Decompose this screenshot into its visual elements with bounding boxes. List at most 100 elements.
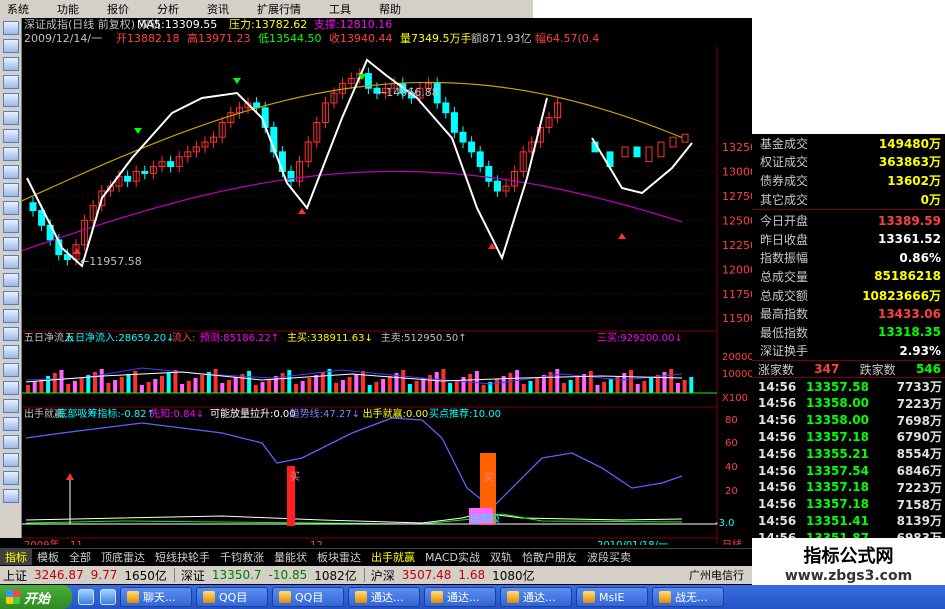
index-stat-label: 总成交额: [760, 288, 809, 303]
tick-row: 14:56 13357.54 6846万: [752, 462, 945, 479]
indicator-tab-10[interactable]: 双轨: [485, 549, 517, 565]
flow-bar: [669, 369, 674, 393]
ohlc-item-0: 2009/12/14/一: [24, 32, 102, 45]
ohlc-item-1: 开13882.18: [116, 32, 180, 45]
flow-bar: [555, 369, 560, 393]
price-axis-label: 11500: [722, 312, 752, 325]
indicator-tab-0[interactable]: 指标: [0, 549, 32, 565]
tick-time: 14:56: [758, 429, 797, 444]
taskbar-buttons: 聊天... QQ目 QQ目 通达... 通达... 通达... MsIE 战无...: [116, 587, 724, 607]
taskbar-button-2[interactable]: QQ目: [272, 587, 344, 607]
taskbar-button-5[interactable]: 通达...: [500, 587, 572, 607]
menu-item-2[interactable]: 报价: [100, 1, 136, 17]
quick-launch-icon[interactable]: [78, 589, 94, 605]
indicator-tab-4[interactable]: 短线抉轮手: [150, 549, 215, 565]
indicator-tab-11[interactable]: 恰散户朋友: [517, 549, 582, 565]
menu-item-5[interactable]: 扩展行情: [250, 1, 308, 17]
menu-item-3[interactable]: 分析: [150, 1, 186, 17]
candle-body: [124, 175, 132, 182]
indicator-tab-7[interactable]: 板块雷达: [312, 549, 366, 565]
toolbar-tool-icon[interactable]: [3, 39, 19, 53]
tick-volume: 7158万: [896, 497, 942, 512]
date-axis-unit: 日线: [722, 538, 742, 545]
indicator-tab-8[interactable]: 出手就赢: [366, 549, 420, 565]
toolbar-tool-icon[interactable]: [3, 435, 19, 449]
toolbar-tool-icon[interactable]: [3, 327, 19, 341]
toolbar-tool-icon[interactable]: [3, 21, 19, 35]
candle-body: [493, 180, 501, 192]
taskbar-button-label: 通达...: [447, 591, 480, 604]
ohlc-item-6: 额871.93亿: [471, 32, 532, 45]
taskbar-button-label: 聊天...: [143, 591, 176, 604]
toolbar-tool-icon[interactable]: [3, 489, 19, 503]
indicator-tab-9[interactable]: MACD实战: [420, 549, 485, 565]
date-axis-left: 2009年: [24, 538, 59, 545]
toolbar-tool-icon[interactable]: [3, 399, 19, 413]
ohlc-item-4: 收13940.44: [329, 31, 393, 45]
toolbar-tool-icon[interactable]: [3, 57, 19, 71]
toolbar-tool-icon[interactable]: [3, 309, 19, 323]
indicator-tab-3[interactable]: 顶底雷达: [96, 549, 150, 565]
toolbar-tool-icon[interactable]: [3, 363, 19, 377]
indicator-tab-12[interactable]: 波段买卖: [582, 549, 636, 565]
toolbar-tool-icon[interactable]: [3, 471, 19, 485]
flow-bar: [139, 385, 144, 393]
toolbar-tool-icon[interactable]: [3, 291, 19, 305]
flow-bar: [675, 383, 680, 393]
toolbar-tool-icon[interactable]: [3, 255, 19, 269]
toolbar-tool-icon[interactable]: [3, 165, 19, 179]
taskbar-button-6[interactable]: MsIE: [576, 587, 648, 607]
toolbar-tool-icon[interactable]: [3, 273, 19, 287]
tick-row: 14:56 13358.00 7223万: [752, 395, 945, 412]
flow-bar: [86, 375, 91, 393]
toolbar-tool-icon[interactable]: [3, 381, 19, 395]
toolbar-tool-icon[interactable]: [3, 93, 19, 107]
taskbar-button-0[interactable]: 聊天...: [120, 587, 192, 607]
menu-item-4[interactable]: 资讯: [200, 1, 236, 17]
indicator-tab-2[interactable]: 全部: [64, 549, 96, 565]
flow-header-6: 三买:929200.00↓: [597, 332, 683, 344]
flow-header-4: 主买:338911.63↓: [287, 332, 373, 344]
tick-volume: 7223万: [896, 396, 942, 411]
toolbar-tool-icon[interactable]: [3, 75, 19, 89]
flow-bar: [421, 378, 426, 393]
menu-item-1[interactable]: 功能: [50, 1, 86, 17]
toolbar-tool-icon[interactable]: [3, 183, 19, 197]
toolbar-tool-icon[interactable]: [3, 345, 19, 359]
hs-amount: 1080亿: [492, 568, 535, 583]
toolbar-tool-icon[interactable]: [3, 237, 19, 251]
flow-bar: [166, 373, 171, 393]
title-item-3: 支撑:12810.16: [314, 18, 392, 31]
flow-bar: [46, 376, 51, 393]
menu-item-6[interactable]: 工具: [322, 1, 358, 17]
tick-row: 14:56 13357.18 7223万: [752, 479, 945, 496]
indicator-tab-1[interactable]: 模板: [32, 549, 64, 565]
toolbar-tool-icon[interactable]: [3, 219, 19, 233]
start-button[interactable]: 开始: [0, 585, 72, 609]
indicator-tab-6[interactable]: 量能状: [269, 549, 312, 565]
menu-item-0[interactable]: 系统: [0, 1, 36, 17]
flow-bar: [602, 382, 607, 393]
toolbar-tool-icon[interactable]: [3, 111, 19, 125]
indicator-tab-5[interactable]: 千钧救涨: [215, 549, 269, 565]
toolbar-tool-icon[interactable]: [3, 147, 19, 161]
tick-price: 13358.00: [806, 396, 870, 411]
hs-label: 沪深: [370, 568, 395, 583]
menu-item-7[interactable]: 帮助: [372, 1, 408, 17]
taskbar-button-4[interactable]: 通达...: [424, 587, 496, 607]
toolbar-tool-icon[interactable]: [3, 129, 19, 143]
hs-change: 1.68: [458, 568, 486, 582]
taskbar-button-7[interactable]: 战无...: [652, 587, 724, 607]
flow-bar: [608, 379, 613, 393]
taskbar-button-label: MsIE: [599, 590, 625, 604]
taskbar-button-3[interactable]: 通达...: [348, 587, 420, 607]
toolbar-tool-icon[interactable]: [3, 201, 19, 215]
taskbar-button-1[interactable]: QQ目: [196, 587, 268, 607]
toolbar-tool-icon[interactable]: [3, 453, 19, 467]
flow-bar: [160, 376, 164, 393]
quick-launch-icon[interactable]: [100, 589, 116, 605]
toolbar-tool-icon[interactable]: [3, 417, 19, 431]
index-stat-value: 0.86%: [899, 250, 941, 265]
signal-axis-label: 40: [725, 462, 738, 473]
tick-price: 13357.18: [806, 429, 870, 444]
